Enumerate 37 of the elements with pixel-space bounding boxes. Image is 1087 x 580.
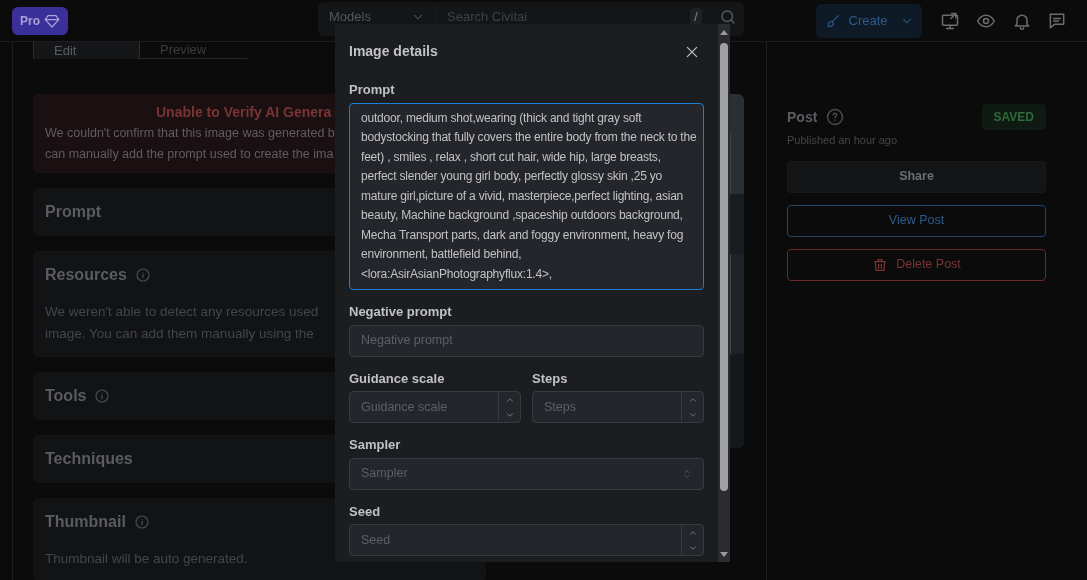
tab[interactable]: Edit (33, 42, 140, 59)
section-title: Prompt (45, 202, 101, 222)
field-label: Negative prompt (349, 303, 453, 321)
section-title: Thumbnail (45, 512, 126, 532)
section-title: Techniques (45, 449, 133, 469)
diamond-icon (44, 12, 60, 29)
category-select[interactable]: Models (318, 6, 436, 28)
search-icon (718, 8, 737, 26)
field-label: Prompt (349, 81, 396, 99)
post-button[interactable]: Delete Post (787, 248, 1046, 281)
field-label: Seed (349, 502, 382, 521)
pro-button[interactable]: Pro (12, 6, 68, 35)
monitor-icon (940, 10, 961, 31)
section-title: Tools (45, 386, 87, 406)
field-label: Guidance scale (349, 369, 446, 388)
alert-title: Unable to Verify AI Genera (156, 103, 332, 122)
trash-icon (872, 256, 889, 273)
post-title: Post (787, 107, 818, 127)
field-label: Sampler (349, 436, 402, 454)
published-text: Published an hour ago (787, 133, 899, 148)
scrollbar[interactable] (718, 24, 730, 562)
post-button[interactable]: View Post (787, 204, 1046, 237)
modal-title: Image details (349, 42, 438, 61)
status-badge: SAVED (981, 104, 1046, 130)
section-title: Resources (45, 265, 127, 285)
prompt-field[interactable]: outdoor, medium shot,wearing (thick and tight gray soft bodystocking that fully covers the entire body from the neck to the feet) , smiles , relax , short cut hair, wide hip, large breasts, perfect slender young girl body, perfectly glossy skin ,25 yo mature girl,picture of a vivid, masterpiece,perfect lighting, asian beauty, Machine background ,spaceship outdoors background, Mecha Transport parts, dark and foggy environment, heavy fog environment, battlefield behind, <lora:AsirAsianPhotographyflux:1.4>, (349, 102, 704, 290)
selector-icon (681, 467, 693, 480)
alert-text: can manually add the prompt used to create the ima (45, 146, 334, 163)
select-field[interactable]: Sampler (349, 457, 704, 490)
field-label: Steps (532, 369, 569, 388)
post-button[interactable]: Share (787, 160, 1046, 193)
number-field[interactable]: Seed (349, 524, 704, 556)
input-field[interactable]: Negative prompt (349, 324, 704, 357)
create-button[interactable]: Create (815, 3, 923, 38)
alert-text: We couldn't confirm that this image was generated b (45, 125, 335, 142)
number-field[interactable]: Steps (532, 391, 704, 423)
help-icon (825, 107, 846, 127)
